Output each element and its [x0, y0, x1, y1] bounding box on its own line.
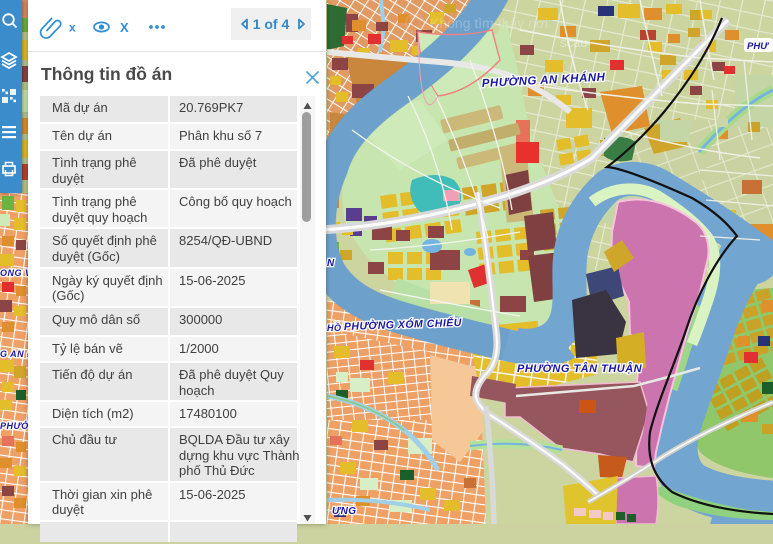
svg-text:ƯNG: ƯNG	[332, 506, 357, 517]
svg-text:HỒ: HỒ	[327, 322, 342, 333]
svg-text:PHƯ: PHƯ	[747, 41, 769, 52]
svg-text:x: x	[69, 21, 76, 35]
svg-text:X: X	[120, 20, 129, 35]
svg-text:Không tìm thấy nơi: Không tìm thấy nơi	[430, 15, 548, 31]
svg-text:PHƯỜNG TÂN THUẬN: PHƯỜNG TÂN THUẬN	[517, 362, 643, 375]
svg-text:N: N	[327, 258, 335, 269]
svg-text:scau: scau	[560, 35, 587, 50]
